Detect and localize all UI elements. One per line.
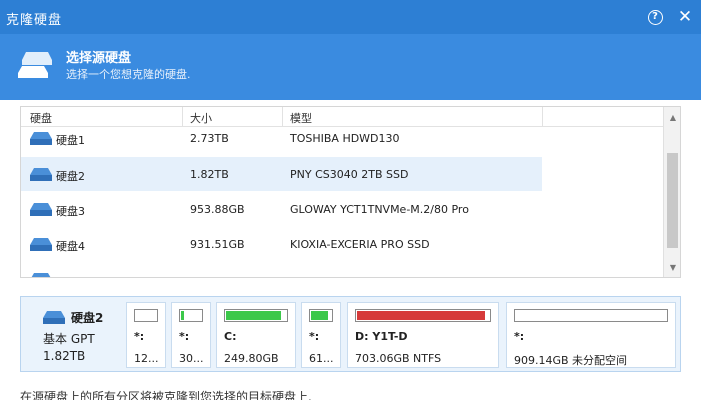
partition-usage-bar — [355, 309, 491, 322]
hard-disk-icon — [30, 168, 52, 181]
scroll-thumb[interactable] — [667, 153, 678, 248]
hard-disk-icon — [30, 132, 52, 145]
partition-usage-fill — [181, 311, 184, 320]
partition-capacity: 12... — [134, 352, 159, 365]
disk-map-size: 1.82TB — [43, 349, 86, 363]
disk-info[interactable]: 硬盘2 基本 GPT 1.82TB — [21, 297, 142, 371]
disk-name: 硬盘2 — [56, 170, 85, 183]
disk-model: TOSHIBA HDWD130 — [290, 132, 400, 145]
close-icon: ✕ — [677, 6, 693, 27]
help-icon: ? — [647, 9, 663, 25]
partition-block[interactable]: *: 909.14GB 未分配空间 — [506, 302, 676, 368]
hard-disk-icon — [30, 203, 52, 216]
scroll-down-icon[interactable]: ▼ — [664, 259, 680, 275]
partition-usage-fill — [226, 311, 281, 320]
disk-size: 2.73TB — [190, 132, 229, 145]
help-button[interactable]: ? — [643, 5, 667, 29]
partition-capacity: 249.80GB — [224, 352, 279, 365]
table-row-partial[interactable] — [21, 262, 663, 277]
disk-table: 硬盘 大小 模型 硬盘1 2.73TB TOSHIBA HDWD130 硬盘2 … — [20, 106, 681, 278]
table-row-selected[interactable]: 硬盘2 1.82TB PNY CS3040 2TB SSD — [21, 157, 542, 191]
table-row[interactable]: 硬盘1 2.73TB TOSHIBA HDWD130 — [21, 121, 663, 155]
partition-label: *: — [134, 330, 145, 343]
partition-usage-fill — [357, 311, 485, 320]
partition-usage-bar — [224, 309, 288, 322]
partition-label: D: Y1T-D — [355, 330, 408, 343]
header-subtitle: 选择一个您想克隆的硬盘. — [66, 68, 191, 81]
partition-capacity: 909.14GB 未分配空间 — [514, 354, 628, 367]
partition-capacity: 30... — [179, 352, 204, 365]
header-title: 选择源硬盘 — [66, 51, 132, 66]
partition-usage-fill — [311, 311, 328, 320]
partition-capacity: 703.06GB NTFS — [355, 352, 442, 365]
hard-disk-icon — [30, 238, 52, 251]
disk-name: 硬盘4 — [56, 240, 85, 253]
partition-block[interactable]: *: 30... — [171, 302, 211, 368]
partition-label: *: — [179, 330, 190, 343]
disk-size: 1.82TB — [190, 168, 229, 181]
wizard-header: 选择源硬盘 选择一个您想克隆的硬盘. — [0, 34, 701, 100]
vertical-scrollbar[interactable]: ▲ ▼ — [663, 107, 680, 277]
table-row[interactable]: 硬盘4 931.51GB KIOXIA-EXCERIA PRO SSD — [21, 227, 663, 261]
title-bar: 克隆硬盘 ? ✕ — [0, 0, 701, 34]
partition-usage-bar — [309, 309, 333, 322]
partition-usage-bar — [514, 309, 668, 322]
disk-name: 硬盘1 — [56, 134, 85, 147]
disk-clone-icon — [18, 52, 52, 78]
partition-block[interactable]: *: 61... — [301, 302, 341, 368]
partition-block[interactable]: *: 12... — [126, 302, 166, 368]
partition-block[interactable]: C: 249.80GB — [216, 302, 296, 368]
scroll-up-icon[interactable]: ▲ — [664, 109, 680, 125]
disk-size: 953.88GB — [190, 203, 245, 216]
disk-model: GLOWAY YCT1TNVMe-M.2/80 Pro — [290, 203, 469, 216]
hard-disk-icon — [43, 311, 65, 324]
partition-block[interactable]: D: Y1T-D 703.06GB NTFS — [347, 302, 499, 368]
disk-model: KIOXIA-EXCERIA PRO SSD — [290, 238, 430, 251]
footer-note: 在源硬盘上的所有分区将被克隆到您选择的目标硬盘上. — [20, 390, 312, 400]
close-button[interactable]: ✕ — [673, 5, 697, 29]
table-row[interactable]: 硬盘3 953.88GB GLOWAY YCT1TNVMe-M.2/80 Pro — [21, 192, 663, 226]
partition-label: *: — [514, 330, 525, 343]
partition-usage-bar — [179, 309, 203, 322]
window-title: 克隆硬盘 — [6, 13, 63, 28]
partition-label: C: — [224, 330, 237, 343]
partition-label: *: — [309, 330, 320, 343]
disk-model: PNY CS3040 2TB SSD — [290, 168, 409, 181]
disk-map-type: 基本 GPT — [43, 332, 95, 346]
hard-disk-icon — [31, 273, 51, 277]
disk-map-name: 硬盘2 — [71, 311, 104, 325]
disk-map: 硬盘2 基本 GPT 1.82TB *: 12... *: 30... C: 2… — [20, 296, 681, 372]
partition-capacity: 61... — [309, 352, 334, 365]
partition-usage-bar — [134, 309, 158, 322]
disk-name: 硬盘3 — [56, 205, 85, 218]
disk-size: 931.51GB — [190, 238, 245, 251]
